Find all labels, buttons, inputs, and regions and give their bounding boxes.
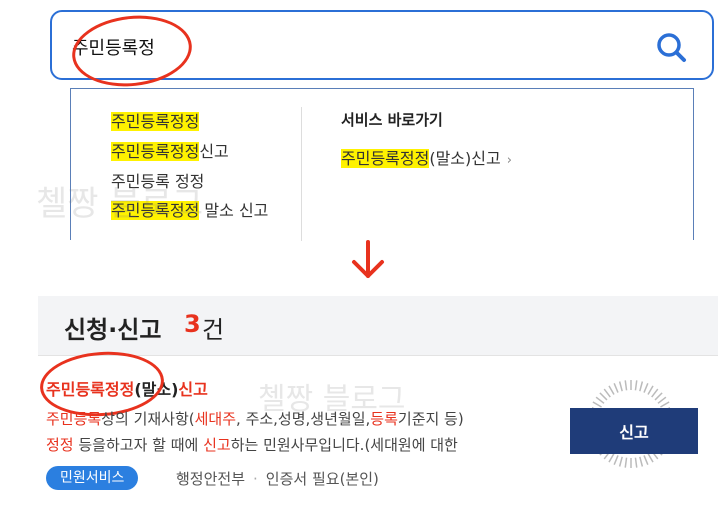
search-box [50, 10, 714, 80]
search-input[interactable] [72, 34, 632, 60]
shortcut-title: 서비스 바로가기 [341, 111, 443, 129]
results-header: 신청·신고 3 건 [38, 296, 718, 356]
category-badge: 민원서비스 [46, 466, 139, 490]
separator: · [253, 470, 258, 488]
suggestion-item[interactable]: 주민등록 정정 [111, 167, 291, 197]
agency-label: 행정안전부 [176, 470, 246, 488]
search-icon [657, 33, 686, 62]
autocomplete-dropdown: 주민등록정정 주민등록정정신고 주민등록 정정 주민등록정정 말소 신고 서비스… [70, 88, 694, 241]
result-description-line: 주민등록상의 기재사항(세대주, 주소,성명,생년월일,등록기준지 등) [46, 410, 464, 428]
cert-label: 인증서 필요(본인) [265, 470, 379, 488]
suggestion-item[interactable]: 주민등록정정 [111, 107, 291, 137]
report-button[interactable]: 신고 [570, 408, 698, 454]
chevron-right-icon: › [506, 153, 512, 168]
suggestion-list: 주민등록정정 주민등록정정신고 주민등록 정정 주민등록정정 말소 신고 [111, 107, 291, 223]
search-button[interactable] [654, 30, 690, 66]
result-title-link[interactable]: 주민등록정정(말소)신고 [46, 376, 208, 400]
results-unit: 건 [202, 316, 225, 344]
shortcut-link[interactable]: 주민등록정정(말소)신고 › [341, 145, 512, 169]
results-count: 3 [184, 310, 201, 338]
divider [301, 107, 302, 241]
suggestion-item[interactable]: 주민등록정정 말소 신고 [111, 199, 291, 223]
suggestion-item[interactable]: 주민등록정정신고 [111, 137, 291, 167]
results-title: 신청·신고 [64, 316, 162, 344]
arrow-down-icon [352, 240, 384, 278]
result-meta: 행정안전부 · 인증서 필요(본인) [176, 468, 379, 489]
result-description-line: 정정 등을하고자 할 때에 신고하는 민원사무입니다.(세대원에 대한 [46, 436, 458, 454]
